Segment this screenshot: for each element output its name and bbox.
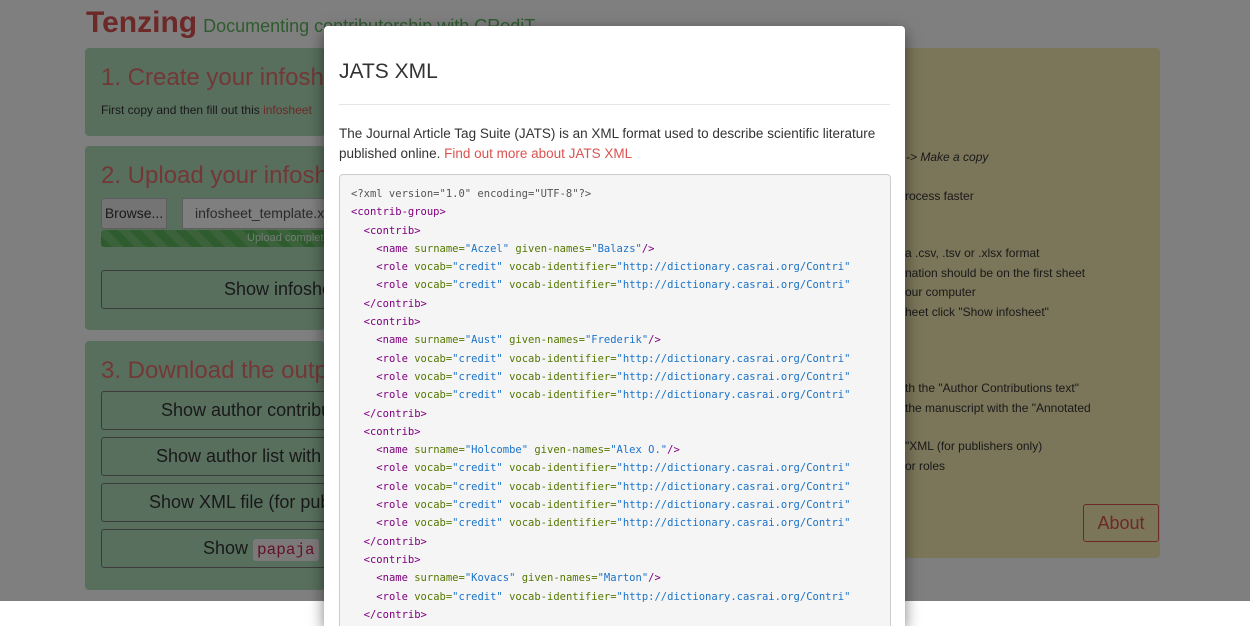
xml-tag: <role	[376, 261, 408, 274]
xml-tag: </contrib>	[363, 608, 427, 621]
modal-description: The Journal Article Tag Suite (JATS) is …	[339, 124, 890, 164]
xml-tag: <role	[376, 499, 408, 512]
xml-tag: </contrib>	[363, 535, 427, 548]
xml-tag: <contrib>	[363, 553, 421, 566]
xml-tag: <role	[376, 370, 408, 383]
jats-info-link[interactable]: Find out more about JATS XML	[444, 146, 632, 161]
modal-divider	[339, 104, 890, 105]
xml-tag: <contrib>	[363, 224, 421, 237]
xml-tag: <name	[376, 334, 408, 347]
jats-xml-modal: JATS XML The Journal Article Tag Suite (…	[324, 26, 905, 626]
xml-tag: <contrib>	[363, 316, 421, 329]
xml-tag: <role	[376, 389, 408, 402]
xml-tag: <contrib-group>	[351, 206, 446, 219]
xml-tag: <role	[376, 462, 408, 475]
xml-tag: <name	[376, 242, 408, 255]
xml-tag: <role	[376, 279, 408, 292]
xml-tag: </contrib>	[363, 297, 427, 310]
xml-tag: <name	[376, 572, 408, 585]
xml-tag: <role	[376, 517, 408, 530]
xml-tag: <contrib>	[363, 425, 421, 438]
xml-tag: <role	[376, 352, 408, 365]
xml-tag: <role	[376, 480, 408, 493]
xml-code: <?xml version="1.0" encoding="UTF-8"?> <…	[351, 188, 851, 621]
xml-tag: </contrib>	[363, 407, 427, 420]
xml-code-block[interactable]: <?xml version="1.0" encoding="UTF-8"?> <…	[339, 174, 891, 626]
modal-title: JATS XML	[339, 60, 438, 83]
xml-declaration: <?xml version="1.0" encoding="UTF-8"?>	[351, 188, 592, 200]
xml-tag: <name	[376, 444, 408, 457]
